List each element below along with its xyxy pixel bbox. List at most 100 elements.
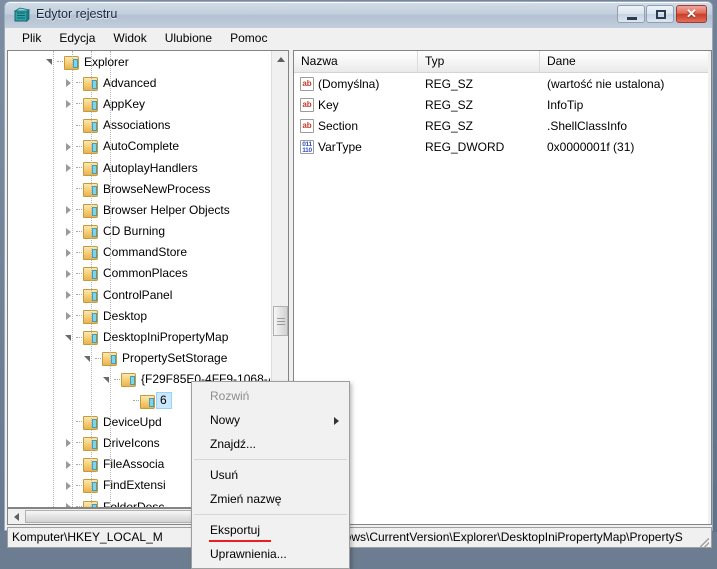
tree-item-desktopinipropertymap[interactable]: DesktopIniPropertyMap — [8, 326, 270, 347]
value-name-label: VarType — [318, 140, 362, 154]
tree-expander-expand-icon[interactable] — [63, 203, 76, 216]
tree-expander-expand-icon[interactable] — [63, 140, 76, 153]
tree-item-label: Desktop — [100, 309, 147, 323]
tree-expander-empty — [63, 415, 76, 428]
tree-indent — [8, 294, 63, 295]
menu-item-ulubione[interactable]: Ulubione — [156, 29, 221, 48]
context-menu-item-usu[interactable]: Usuń — [192, 463, 349, 487]
value-data-cell: 0x0000001f (31) — [540, 140, 711, 154]
tree-item-associations[interactable]: Associations — [8, 115, 270, 136]
tree-expander-expand-icon[interactable] — [63, 458, 76, 471]
close-button[interactable]: ✕ — [676, 5, 707, 23]
value-row[interactable]: abKeyREG_SZInfoTip — [294, 94, 711, 115]
value-name-cell: ab(Domyślna) — [294, 77, 418, 91]
scroll-up-arrow-icon[interactable] — [272, 51, 289, 68]
tree-item-label: PropertySetStorage — [119, 351, 227, 365]
context-menu-item-znajd[interactable]: Znajdź... — [192, 432, 349, 456]
tree-item-label: Browser Helper Objects — [100, 203, 230, 217]
context-menu-item-nowy[interactable]: Nowy — [192, 408, 349, 432]
tree-item-cd-burning[interactable]: CD Burning — [8, 221, 270, 242]
tree-item-label: 6 — [156, 392, 172, 409]
minimize-button[interactable] — [617, 5, 645, 23]
tree-vertical-scroll-thumb[interactable] — [273, 306, 288, 336]
tree-expander-collapse-icon[interactable] — [44, 55, 57, 68]
value-name-cell: abSection — [294, 119, 418, 133]
client-area: Plik Edycja Widok Ulubione Pomoc Explore… — [4, 28, 713, 531]
string-value-icon: ab — [300, 77, 314, 91]
menu-item-pomoc[interactable]: Pomoc — [221, 29, 276, 48]
string-value-icon: ab — [300, 98, 314, 112]
tree-indent — [8, 464, 63, 465]
maximize-button[interactable] — [646, 5, 674, 23]
folder-icon — [82, 224, 98, 238]
tree-item-label: AppKey — [100, 97, 145, 111]
list-vertical-scrollbar[interactable] — [708, 51, 711, 524]
value-type-cell: REG_SZ — [418, 98, 540, 112]
context-menu-item-eksportuj[interactable]: Eksportuj — [192, 518, 349, 542]
tree-item-commandstore[interactable]: CommandStore — [8, 242, 270, 263]
menu-item-plik[interactable]: Plik — [13, 29, 50, 48]
registry-values-pane[interactable]: Nazwa Typ Dane ab(Domyślna)REG_SZ(wartoś… — [293, 50, 712, 525]
tree-expander-collapse-icon[interactable] — [63, 331, 76, 344]
tree-item-label: CommonPlaces — [100, 266, 188, 280]
context-menu-separator — [194, 514, 347, 515]
binary-value-icon: 011110 — [300, 140, 314, 154]
tree-item-browser-helper-objects[interactable]: Browser Helper Objects — [8, 199, 270, 220]
folder-icon — [139, 394, 155, 408]
tree-expander-expand-icon[interactable] — [63, 288, 76, 301]
column-header-name[interactable]: Nazwa — [294, 51, 418, 73]
tree-indent — [8, 61, 44, 62]
menu-item-edycja[interactable]: Edycja — [50, 29, 104, 48]
scroll-left-arrow-icon[interactable] — [8, 509, 24, 524]
tree-item-controlpanel[interactable]: ControlPanel — [8, 284, 270, 305]
context-menu-item-uprawnienia[interactable]: Uprawnienia... — [192, 542, 349, 566]
tree-expander-expand-icon[interactable] — [63, 267, 76, 280]
folder-icon — [82, 118, 98, 132]
tree-expander-expand-icon[interactable] — [63, 500, 76, 507]
tree-expander-collapse-icon[interactable] — [82, 352, 95, 365]
tree-item-label: CommandStore — [100, 245, 187, 259]
value-row[interactable]: 011110VarTypeREG_DWORD0x0000001f (31) — [294, 136, 711, 157]
maximize-icon — [656, 10, 666, 19]
tree-expander-expand-icon[interactable] — [63, 225, 76, 238]
tree-item-appkey[interactable]: AppKey — [8, 93, 270, 114]
tree-item-desktop[interactable]: Desktop — [8, 305, 270, 326]
tree-item-commonplaces[interactable]: CommonPlaces — [8, 263, 270, 284]
menu-item-widok[interactable]: Widok — [104, 29, 155, 48]
tree-expander-expand-icon[interactable] — [63, 246, 76, 259]
folder-icon — [82, 97, 98, 111]
tree-item-label: DriveIcons — [100, 436, 160, 450]
column-header-data[interactable]: Dane — [540, 51, 711, 73]
context-menu-item-zmie-nazw[interactable]: Zmień nazwę — [192, 487, 349, 511]
tree-item-propertysetstorage[interactable]: PropertySetStorage — [8, 348, 270, 369]
tree-indent — [8, 315, 63, 316]
tree-expander-collapse-icon[interactable] — [101, 373, 114, 386]
tree-guide-line — [72, 51, 73, 507]
tree-expander-expand-icon[interactable] — [63, 436, 76, 449]
tree-indent — [8, 273, 63, 274]
tree-item-explorer[interactable]: Explorer — [8, 51, 270, 72]
value-row[interactable]: abSectionREG_SZ.ShellClassInfo — [294, 115, 711, 136]
value-row[interactable]: ab(Domyślna)REG_SZ(wartość nie ustalona) — [294, 73, 711, 94]
title-bar[interactable]: Edytor rejestru ✕ — [4, 1, 713, 28]
folder-icon — [82, 478, 98, 492]
window-title: Edytor rejestru — [36, 7, 117, 21]
tree-item-autocomplete[interactable]: AutoComplete — [8, 136, 270, 157]
resize-grip-icon[interactable] — [700, 538, 709, 547]
tree-expander-expand-icon[interactable] — [63, 161, 76, 174]
registry-editor-window: Edytor rejestru ✕ Plik Edycja Widok Ulub… — [0, 0, 717, 532]
tree-item-browsenewprocess[interactable]: BrowseNewProcess — [8, 178, 270, 199]
tree-indent — [8, 379, 101, 380]
context-menu-separator — [194, 459, 347, 460]
tree-indent — [8, 209, 63, 210]
tree-expander-expand-icon[interactable] — [63, 479, 76, 492]
tree-item-advanced[interactable]: Advanced — [8, 72, 270, 93]
tree-expander-expand-icon[interactable] — [63, 76, 76, 89]
status-bar: Komputer\HKEY_LOCAL_M lows\CurrentVersio… — [7, 527, 712, 548]
tree-item-label: AutoComplete — [100, 139, 179, 153]
tree-expander-expand-icon[interactable] — [63, 309, 76, 322]
tree-expander-expand-icon[interactable] — [63, 97, 76, 110]
tree-item-autoplayhandlers[interactable]: AutoplayHandlers — [8, 157, 270, 178]
tree-expander-empty — [120, 394, 133, 407]
column-header-type[interactable]: Typ — [418, 51, 540, 73]
